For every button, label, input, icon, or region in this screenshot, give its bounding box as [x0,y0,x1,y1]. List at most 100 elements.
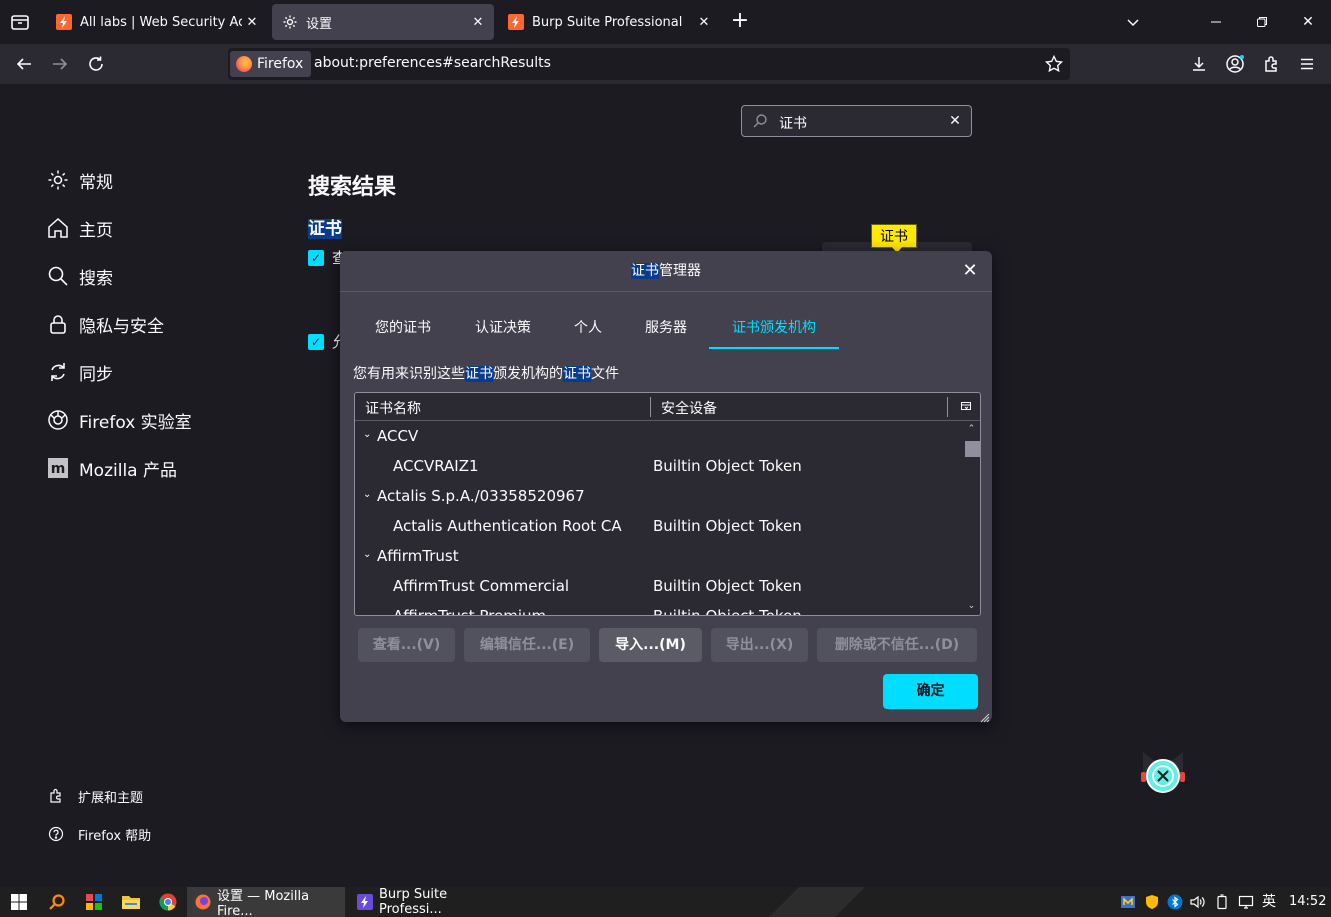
search-value: 证书 [779,116,807,132]
bookmark-star-icon[interactable] [1044,54,1064,74]
tree-group-row[interactable]: ⌄ AffirmTrust [355,541,963,571]
tab-settings[interactable]: 设置 ✕ [272,4,494,40]
column-header-cert-name[interactable]: 证书名称 [365,398,421,418]
burp-favicon-icon [56,14,72,30]
forward-arrow-icon[interactable] [48,52,72,76]
reload-icon[interactable] [84,52,108,76]
sidebar-item-privacy[interactable]: 隐私与安全 [46,311,164,337]
scroll-down-chevron-icon[interactable]: ⌄ [966,601,977,612]
view-button[interactable]: 查看...(V) [358,628,455,662]
twisty-chevron-down-icon[interactable]: ⌄ [363,549,373,560]
edit-trust-button[interactable]: 编辑信任...(E) [464,628,590,662]
tab-servers[interactable]: 服务器 [634,307,698,349]
new-tab-button[interactable]: + [728,10,752,34]
column-splitter[interactable] [947,397,948,417]
tab-bar: All labs | Web Security Acade ✕ 设置 ✕ Bur… [0,0,1331,44]
preferences-search-input[interactable]: 证书 ✕ [741,105,972,137]
tree-item-row[interactable]: AffirmTrust Premium Builtin Object Token [355,601,963,615]
taskbar-app-firefox[interactable]: 设置 — Mozilla Fire... [187,887,345,917]
tree-rows: ⌄ ACCV ACCVRAIZ1 Builtin Object Token ⌄ … [355,421,963,615]
url-text[interactable]: about:preferences#searchResults [314,55,551,71]
dialog-title-highlight: 证书 [631,263,659,279]
sidebar-item-general[interactable]: 常规 [46,167,113,193]
close-tab-icon[interactable]: ✕ [694,12,714,32]
tab-your-certs[interactable]: 您的证书 [364,307,442,349]
close-tab-icon[interactable]: ✕ [242,12,262,32]
resize-grip-icon[interactable] [978,708,990,723]
taskbar-app-burp[interactable]: Burp Suite Professi... [349,887,499,917]
minimize-icon[interactable] [1204,10,1228,34]
bluetooth-icon[interactable] [1167,894,1183,910]
tree-item-row[interactable]: AffirmTrust Commercial Builtin Object To… [355,571,963,601]
tab-list-icon[interactable] [8,10,32,34]
tray-shield-icon[interactable] [1144,894,1160,910]
ime-indicator[interactable]: 英 [1261,894,1277,910]
identity-box[interactable]: Firefox [230,51,312,77]
desc-highlight: 证书 [563,366,591,382]
menu-hamburger-icon[interactable] [1295,52,1319,76]
certificate-tree[interactable]: 证书名称 安全设备 ⌄ ACCV ACCVRAIZ1 Builtin Objec… [354,392,981,616]
tab-title: Burp Suite Professional [532,14,683,30]
sidebar-item-home[interactable]: 主页 [46,215,113,241]
tab-burp-suite[interactable]: Burp Suite Professional ✕ [498,4,720,40]
sidebar-item-sync[interactable]: 同步 [46,359,113,385]
volume-icon[interactable] [1189,894,1205,910]
downloads-icon[interactable] [1187,52,1211,76]
close-window-icon[interactable]: ✕ [1296,10,1320,34]
tree-group-row[interactable]: ⌄ Actalis S.p.A./03358520967 [355,481,963,511]
url-bar[interactable]: Firefox about:preferences#searchResults [228,48,1070,80]
import-button[interactable]: 导入...(M) [599,628,702,662]
desc-part: 颁发机构的 [493,366,563,382]
column-splitter[interactable] [650,397,651,417]
extensions-puzzle-icon[interactable] [1259,52,1283,76]
tree-scrollbar[interactable]: ⌃ ⌄ [963,421,980,615]
tray-app-icon[interactable] [1120,894,1136,910]
scroll-up-chevron-icon[interactable]: ⌃ [966,424,977,435]
list-all-tabs-chevron-icon[interactable] [1121,10,1145,34]
lock-icon [46,312,70,336]
tree-item-row[interactable]: Actalis Authentication Root CA Builtin O… [355,511,963,541]
ok-button[interactable]: 确定 [883,674,978,709]
tab-people[interactable]: 个人 [564,307,612,349]
sidebar-link-addons[interactable]: 扩展和主题 [48,786,143,806]
sidebar-footer-label: 扩展和主题 [78,790,144,806]
third-party-ca-checkbox[interactable]: ✓ [308,334,324,350]
twisty-chevron-down-icon[interactable]: ⌄ [363,429,373,440]
taskbar-clock[interactable]: 14:52 [1289,894,1326,909]
svg-text:m: m [51,461,66,477]
sidebar-item-search[interactable]: 搜索 [46,263,113,289]
dialog-title-rest: 管理器 [659,263,701,279]
twisty-chevron-down-icon[interactable]: ⌄ [363,489,373,500]
battery-icon[interactable] [1214,894,1230,910]
ocsp-checkbox[interactable]: ✓ [308,250,324,266]
account-icon[interactable] [1223,52,1247,76]
sidebar-link-help[interactable]: Firefox 帮助 [48,824,151,844]
chrome-icon[interactable] [158,892,178,912]
page-title: 搜索结果 [308,175,397,200]
close-tab-icon[interactable]: ✕ [468,12,488,32]
sidebar-item-mozilla[interactable]: m Mozilla 产品 [46,455,177,481]
windows-start-icon[interactable] [9,892,29,912]
network-icon[interactable] [1238,894,1254,910]
tab-authorities[interactable]: 证书颁发机构 [709,307,839,349]
clear-search-icon[interactable]: ✕ [947,113,963,129]
search-icon[interactable] [47,892,67,912]
tab-title: All labs | Web Security Acade [80,14,242,30]
desc-part: 文件 [591,366,619,382]
export-button[interactable]: 导出...(X) [711,628,808,662]
sidebar-item-labs[interactable]: Firefox 实验室 [46,407,192,433]
file-explorer-icon[interactable] [121,892,141,912]
tab-auth-decisions[interactable]: 认证决策 [464,307,542,349]
dialog-close-icon[interactable]: ✕ [960,261,980,281]
tree-group-row[interactable]: ⌄ ACCV [355,421,963,451]
back-arrow-icon[interactable] [12,52,36,76]
widgets-icon[interactable] [84,892,104,912]
tree-item-row[interactable]: ACCVRAIZ1 Builtin Object Token [355,451,963,481]
scrollbar-thumb[interactable] [965,441,980,457]
delete-distrust-button[interactable]: 删除或不信任...(D) [817,628,977,662]
mascot-icon[interactable] [1139,748,1187,796]
column-picker-icon[interactable] [960,400,972,412]
column-header-device[interactable]: 安全设备 [661,398,717,418]
restore-icon[interactable] [1250,10,1274,34]
tab-all-labs[interactable]: All labs | Web Security Acade ✕ [46,4,268,40]
